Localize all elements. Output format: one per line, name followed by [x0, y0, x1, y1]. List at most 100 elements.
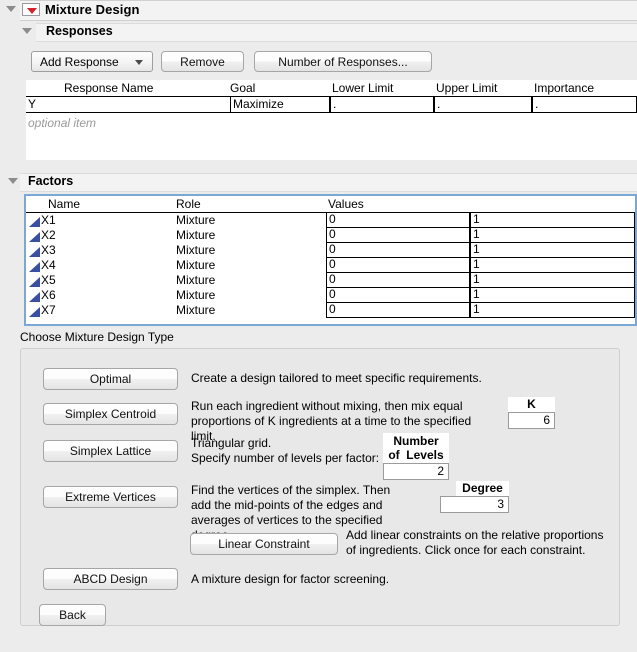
page-title: Mixture Design	[45, 2, 140, 17]
factor-value-low[interactable]: 0	[326, 258, 470, 273]
simplex-lattice-description: Triangular grid. Specify number of level…	[191, 436, 391, 466]
extreme-vertices-description-line1: Find the vertices of the simplex. Then	[191, 483, 391, 497]
factor-value-high[interactable]: 1	[470, 213, 635, 228]
linear-constraint-description: Add linear constraints on the relative p…	[346, 528, 611, 558]
extreme-vertices-button[interactable]: Extreme Vertices	[43, 486, 178, 508]
column-header-response-name: Response Name	[64, 81, 154, 95]
simplex-lattice-description-line2: Specify number of levels per factor:	[191, 451, 380, 465]
factor-value-high[interactable]: 1	[470, 228, 635, 243]
simplex-centroid-button[interactable]: Simplex Centroid	[43, 403, 178, 425]
factor-value-high[interactable]: 1	[470, 273, 635, 288]
factor-name[interactable]: X7	[41, 303, 56, 317]
optimal-button[interactable]: Optimal	[43, 368, 178, 390]
factor-value-high[interactable]: 1	[470, 258, 635, 273]
abcd-design-button[interactable]: ABCD Design	[43, 568, 178, 590]
factor-value-low[interactable]: 0	[326, 303, 470, 318]
factor-role[interactable]: Mixture	[176, 213, 215, 227]
column-header-name: Name	[48, 197, 81, 211]
factors-table: Name Role Values X1 Mixture 0 1 X2 Mixture 0 1 X…	[24, 194, 637, 326]
factor-role[interactable]: Mixture	[176, 243, 215, 257]
factor-value-low[interactable]: 0	[326, 273, 470, 288]
table-row: X6 Mixture 0 1	[26, 288, 635, 303]
factor-role[interactable]: Mixture	[176, 228, 215, 242]
factor-role-triangle-icon[interactable]	[29, 306, 40, 317]
factor-value-low[interactable]: 0	[326, 288, 470, 303]
table-row: X4 Mixture 0 1	[26, 258, 635, 273]
column-header-upper-limit: Upper Limit	[436, 81, 498, 95]
linear-constraint-description-line1: Add linear constraints on the relative p…	[346, 528, 604, 542]
simplex-lattice-description-line1: Triangular grid.	[191, 436, 272, 450]
factor-value-low[interactable]: 0	[326, 213, 470, 228]
response-goal-cell[interactable]: Maximize	[230, 97, 330, 113]
disclosure-triangle-factors[interactable]	[8, 178, 18, 184]
factor-role[interactable]: Mixture	[176, 258, 215, 272]
factor-name[interactable]: X1	[41, 213, 56, 227]
degree-label: Degree	[456, 481, 509, 496]
abcd-design-description: A mixture design for factor screening.	[191, 572, 390, 586]
table-row: X2 Mixture 0 1	[26, 228, 635, 243]
choose-design-type-label: Choose Mixture Design Type	[20, 330, 174, 344]
factor-role-triangle-icon[interactable]	[29, 246, 40, 257]
responses-section-label: Responses	[46, 24, 113, 38]
window-title-bar: Mixture Design	[0, 0, 637, 21]
red-triangle-menu-button[interactable]	[22, 3, 40, 16]
factor-role-triangle-icon[interactable]	[29, 231, 40, 242]
column-header-lower-limit: Lower Limit	[332, 81, 394, 95]
response-importance-cell[interactable]: .	[532, 97, 637, 113]
chevron-down-icon	[135, 60, 143, 65]
factors-table-header: Name Role Values	[26, 196, 635, 213]
extreme-vertices-description-line2: add the mid-points of the edges and	[191, 498, 383, 512]
number-of-levels-label: Number of Levels	[383, 433, 449, 463]
column-header-role: Role	[176, 197, 201, 211]
responses-table: Response Name Goal Lower Limit Upper Lim…	[26, 80, 637, 160]
factor-value-high[interactable]: 1	[470, 243, 635, 258]
mixture-design-window: Mixture Design Responses Add Response Re…	[0, 0, 637, 652]
disclosure-triangle-mixture-design[interactable]	[6, 6, 16, 12]
response-lower-limit-cell[interactable]: .	[330, 97, 434, 113]
k-label: K	[508, 397, 555, 412]
factor-role-triangle-icon[interactable]	[29, 276, 40, 287]
factor-value-high[interactable]: 1	[470, 303, 635, 318]
linear-constraint-description-line2: of ingredients. Click once for each cons…	[346, 543, 586, 557]
factor-value-low[interactable]: 0	[326, 228, 470, 243]
factor-value-low[interactable]: 0	[326, 243, 470, 258]
add-response-button[interactable]: Add Response	[31, 51, 153, 72]
factor-role[interactable]: Mixture	[176, 288, 215, 302]
disclosure-triangle-responses[interactable]	[22, 28, 32, 34]
simplex-centroid-description-line1: Run each ingredient without mixing, then…	[191, 399, 463, 413]
factor-name[interactable]: X4	[41, 258, 56, 272]
degree-input[interactable]: 3	[440, 496, 509, 513]
factor-role-triangle-icon[interactable]	[29, 216, 40, 227]
factor-name[interactable]: X5	[41, 273, 56, 287]
optional-item-hint: optional item	[28, 116, 97, 130]
add-response-label: Add Response	[40, 55, 119, 69]
factors-section-header	[20, 173, 637, 192]
factor-role[interactable]: Mixture	[176, 303, 215, 317]
factor-name[interactable]: X2	[41, 228, 56, 242]
number-of-responses-button[interactable]: Number of Responses...	[254, 51, 432, 72]
factor-value-high[interactable]: 1	[470, 288, 635, 303]
table-row: X3 Mixture 0 1	[26, 243, 635, 258]
column-header-goal: Goal	[230, 81, 256, 95]
k-input[interactable]: 6	[508, 412, 555, 429]
factor-role[interactable]: Mixture	[176, 273, 215, 287]
factor-role-triangle-icon[interactable]	[29, 291, 40, 302]
factor-name[interactable]: X6	[41, 288, 56, 302]
factors-section-label: Factors	[28, 174, 74, 188]
table-row: X7 Mixture 0 1	[26, 303, 635, 318]
linear-constraint-button[interactable]: Linear Constraint	[190, 533, 338, 555]
factor-name[interactable]: X3	[41, 243, 56, 257]
number-of-levels-input[interactable]: 2	[383, 463, 449, 480]
back-button[interactable]: Back	[39, 604, 106, 626]
optimal-description: Create a design tailored to meet specifi…	[191, 371, 482, 385]
remove-button[interactable]: Remove	[161, 51, 244, 72]
factor-role-triangle-icon[interactable]	[29, 261, 40, 272]
red-triangle-icon	[27, 8, 37, 14]
table-row: X1 Mixture 0 1	[26, 213, 635, 228]
response-name-cell[interactable]: Y	[26, 97, 230, 113]
column-header-values: Values	[328, 197, 364, 211]
table-row: Y Maximize . . .	[26, 97, 637, 113]
simplex-lattice-button[interactable]: Simplex Lattice	[43, 440, 178, 462]
column-header-importance: Importance	[534, 81, 595, 95]
response-upper-limit-cell[interactable]: .	[434, 97, 532, 113]
